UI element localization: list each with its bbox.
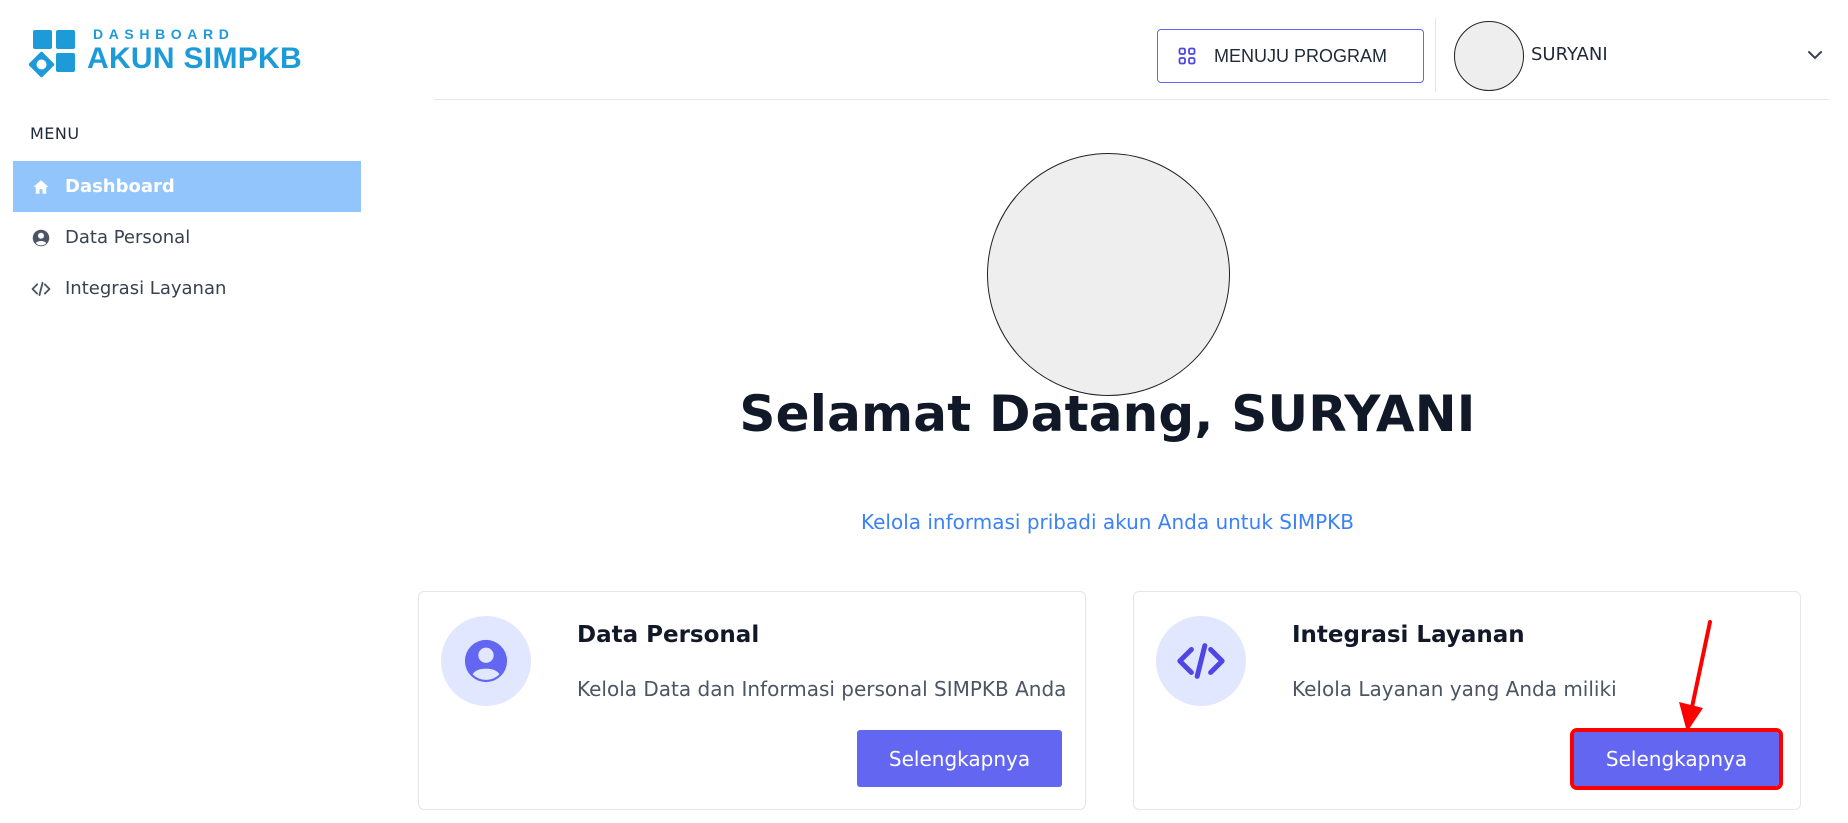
top-header: MENUJU PROGRAM SURYANI — [434, 0, 1829, 100]
user-name[interactable]: SURYANI — [1531, 44, 1608, 65]
sidebar-item-label: Data Personal — [65, 227, 191, 248]
sidebar-item-integrasi-layanan[interactable]: Integrasi Layanan — [13, 263, 361, 314]
sidebar-item-label: Integrasi Layanan — [65, 278, 227, 299]
menuju-program-label: MENUJU PROGRAM — [1214, 45, 1388, 66]
logo-title: AKUN SIMPKB — [87, 42, 302, 75]
menu-heading: MENU — [30, 124, 80, 143]
logo-mark-icon — [29, 30, 75, 78]
home-icon — [31, 177, 51, 197]
selengkapnya-button-integrasi-layanan[interactable]: Selengkapnya — [1570, 728, 1783, 790]
welcome-tagline: Kelola informasi pribadi akun Anda untuk… — [860, 510, 1355, 534]
sidebar-item-label: Dashboard — [65, 176, 175, 197]
menuju-program-button[interactable]: MENUJU PROGRAM — [1157, 29, 1424, 83]
welcome-name: SURYANI — [1231, 385, 1476, 443]
welcome-greeting: Selamat Datang, — [739, 385, 1214, 443]
code-icon — [31, 279, 51, 299]
grid-icon — [1178, 47, 1196, 65]
sidebar-item-data-personal[interactable]: Data Personal — [13, 212, 361, 263]
welcome-heading: Selamat Datang, SURYANI — [434, 385, 1781, 443]
header-divider — [1435, 18, 1436, 92]
selengkapnya-button-data-personal[interactable]: Selengkapnya — [857, 730, 1062, 787]
user-avatar[interactable] — [1454, 21, 1524, 91]
app-logo[interactable]: DASHBOARD AKUN SIMPKB — [29, 26, 319, 80]
user-circle-icon — [31, 228, 51, 248]
card-title: Data Personal — [577, 622, 760, 648]
sidebar-item-dashboard[interactable]: Dashboard — [13, 161, 361, 212]
card-description: Kelola Data dan Informasi personal SIMPK… — [577, 677, 1067, 701]
annotation-arrow-icon — [1679, 620, 1712, 732]
card-title: Integrasi Layanan — [1292, 622, 1525, 648]
code-icon — [1156, 616, 1246, 706]
sidebar: DASHBOARD AKUN SIMPKB MENU Dashboard Dat… — [0, 0, 372, 823]
chevron-down-icon[interactable] — [1804, 44, 1826, 66]
profile-avatar — [987, 153, 1230, 396]
user-circle-icon — [441, 616, 531, 706]
card-data-personal: Data Personal Kelola Data dan Informasi … — [418, 591, 1086, 810]
sidebar-nav: Dashboard Data Personal Integrasi Layana… — [13, 161, 361, 314]
card-description: Kelola Layanan yang Anda miliki — [1292, 677, 1617, 701]
logo-subtitle: DASHBOARD — [93, 26, 235, 42]
